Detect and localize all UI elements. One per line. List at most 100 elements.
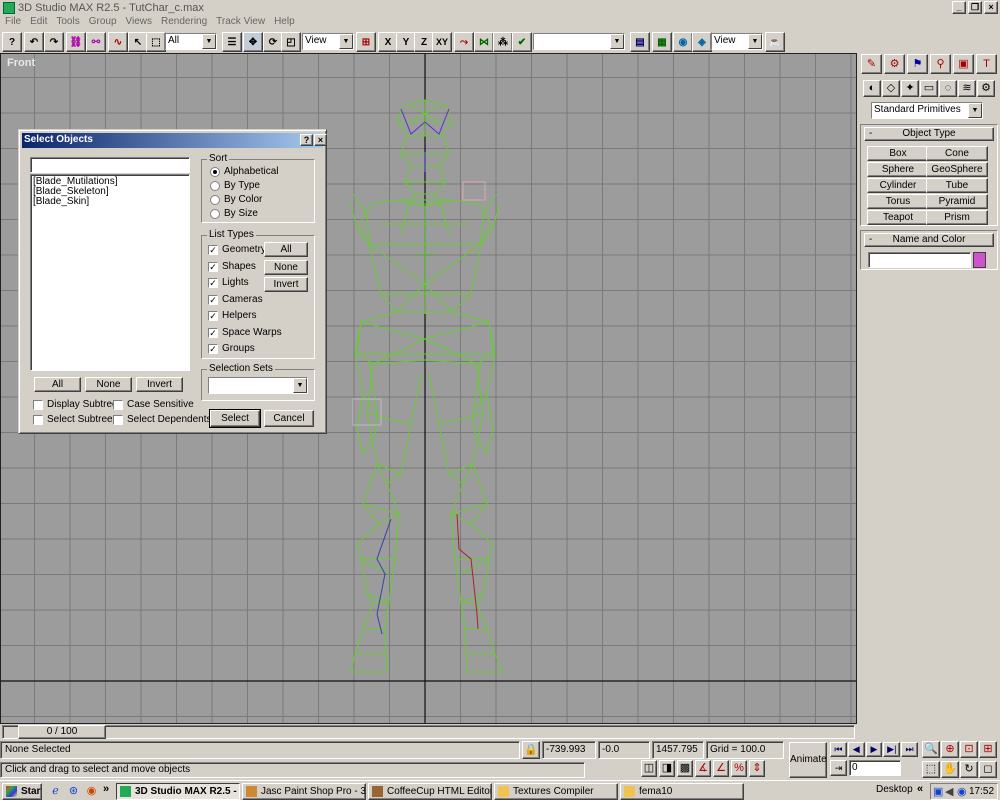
quick-launch-chevron[interactable]: »: [103, 783, 113, 798]
list-item[interactable]: [Blade_Skin]: [31, 197, 189, 207]
schematic-view-icon[interactable]: ▦: [652, 32, 672, 52]
list-types-all-button[interactable]: All: [264, 242, 308, 257]
menu-rendering[interactable]: Rendering: [156, 16, 211, 30]
geometry-checkbox[interactable]: ✓ Geometry: [208, 244, 266, 256]
mirror-icon[interactable]: ⋈: [474, 32, 494, 52]
min-max-toggle-icon[interactable]: ◻: [979, 760, 997, 778]
torus-button[interactable]: Torus: [867, 194, 929, 209]
sphere-button[interactable]: Sphere: [867, 162, 929, 177]
lock-selection-icon[interactable]: 🔒: [522, 741, 540, 759]
list-types-none-button[interactable]: None: [264, 260, 308, 275]
key-mode-icon[interactable]: ⇥: [830, 760, 847, 776]
object-search-input[interactable]: [30, 157, 190, 173]
angle-snap-icon[interactable]: ∠: [713, 760, 729, 777]
render-view-dropdown[interactable]: View ▼: [711, 33, 763, 50]
space-warps-icon[interactable]: ≋: [958, 80, 976, 97]
array-icon[interactable]: ⁂: [493, 32, 513, 52]
viewport-label[interactable]: Front: [7, 57, 35, 69]
menu-help[interactable]: Help: [269, 16, 299, 30]
select-none-button[interactable]: None: [85, 377, 132, 392]
pivot-center-icon[interactable]: ⊞: [356, 32, 376, 52]
menu-views[interactable]: Views: [121, 16, 157, 30]
prism-button[interactable]: Prism: [926, 210, 988, 225]
percent-snap-icon[interactable]: %: [731, 760, 747, 777]
object-name-input[interactable]: [868, 252, 971, 268]
z-coordinate-field[interactable]: 1457.795: [652, 741, 704, 759]
start-button[interactable]: Start: [2, 783, 42, 800]
menu-file[interactable]: File: [0, 16, 25, 30]
cube-icon[interactable]: ▩: [677, 760, 693, 777]
axis-z-button[interactable]: Z: [414, 32, 434, 52]
restore-button[interactable]: ❐: [968, 1, 982, 14]
align-icon[interactable]: ✔: [512, 32, 532, 52]
hierarchy-tab-icon[interactable]: ⚑: [907, 54, 928, 74]
motion-tab-icon[interactable]: ⚲: [930, 54, 951, 74]
close-window-button[interactable]: ×: [984, 1, 998, 14]
next-frame-icon[interactable]: ▶|: [883, 742, 901, 757]
zoom-extents-all-icon[interactable]: ⊞: [979, 741, 997, 758]
scale-icon[interactable]: ◰: [281, 32, 301, 52]
list-types-invert-button[interactable]: Invert: [264, 277, 308, 292]
modify-tab-icon[interactable]: ⚙: [884, 54, 905, 74]
axis-xy-button[interactable]: XY: [432, 32, 452, 52]
zoom-icon[interactable]: 🔍: [922, 741, 940, 758]
tray-volume-icon[interactable]: ◀: [945, 785, 953, 798]
geometry-icon[interactable]: ◐: [863, 80, 881, 97]
primitive-category-dropdown[interactable]: Standard Primitives ▼: [871, 102, 983, 119]
menu-edit[interactable]: Edit: [25, 16, 51, 30]
groups-checkbox[interactable]: ✓ Groups: [208, 343, 255, 355]
cone-button[interactable]: Cone: [926, 146, 988, 161]
cameras-checkbox[interactable]: ✓ Cameras: [208, 294, 263, 306]
box-button[interactable]: Box: [867, 146, 929, 161]
selection-filter-dropdown[interactable]: All ▼: [165, 33, 217, 50]
window-crossing-icon[interactable]: ◫: [641, 760, 657, 777]
rotate-icon[interactable]: ⟳: [263, 32, 283, 52]
shapes-icon[interactable]: ◇: [882, 80, 900, 97]
x-coordinate-field[interactable]: -739.993: [542, 741, 596, 759]
network-icon[interactable]: ⊛: [66, 784, 81, 799]
cameras-icon[interactable]: ▭: [920, 80, 938, 97]
spinner-snap-icon[interactable]: ⇕: [749, 760, 765, 777]
material-editor-icon[interactable]: ◉: [673, 32, 693, 52]
cancel-button[interactable]: Cancel: [264, 410, 314, 427]
render-scene-icon[interactable]: ◈: [692, 32, 712, 52]
pan-icon[interactable]: ✋: [941, 760, 959, 778]
snap-toggle-icon[interactable]: ∡: [695, 760, 711, 777]
internet-explorer-icon[interactable]: ℯ: [48, 784, 63, 799]
teapot-button[interactable]: Teapot: [867, 210, 929, 225]
animate-button[interactable]: Animate: [789, 742, 827, 778]
shapes-checkbox[interactable]: ✓ Shapes: [208, 261, 256, 273]
track-view-icon[interactable]: ▤: [630, 32, 650, 52]
task-textures-compiler[interactable]: Textures Compiler: [494, 783, 618, 800]
lights-checkbox[interactable]: ✓ Lights: [208, 277, 249, 289]
tray-network-icon[interactable]: ◉: [957, 785, 967, 798]
quick-render-icon[interactable]: ☕: [765, 32, 785, 52]
region-select-icon[interactable]: ⬚: [146, 32, 166, 52]
object-list[interactable]: [Blade_Mutilations] [Blade_Skeleton] [Bl…: [30, 174, 190, 371]
select-object-icon[interactable]: ↖: [128, 32, 148, 52]
lights-icon[interactable]: ✦: [901, 80, 919, 97]
go-to-end-icon[interactable]: ⏭: [901, 742, 918, 757]
menu-group[interactable]: Group: [84, 16, 121, 30]
cylinder-button[interactable]: Cylinder: [867, 178, 929, 193]
time-slider-track[interactable]: 0 / 100: [0, 724, 857, 740]
select-subtree-checkbox[interactable]: Select Subtree: [33, 414, 113, 426]
dialog-help-button[interactable]: ?: [300, 134, 313, 146]
sort-alphabetical-radio[interactable]: Alphabetical: [210, 166, 278, 178]
time-slider-bar[interactable]: [2, 725, 855, 739]
tube-button[interactable]: Tube: [926, 178, 988, 193]
name-color-header[interactable]: - Name and Color: [864, 233, 994, 247]
minimize-button[interactable]: _: [952, 1, 966, 14]
undo-icon[interactable]: ↶: [24, 32, 44, 52]
select-all-button[interactable]: All: [34, 377, 81, 392]
task-coffeecup[interactable]: CoffeeCup HTML Editor: [368, 783, 492, 800]
display-subtree-checkbox[interactable]: Display Subtree: [33, 399, 118, 411]
helpers-icon[interactable]: ◌: [939, 80, 957, 97]
link-icon[interactable]: ⛓: [66, 32, 86, 52]
sort-by-type-radio[interactable]: By Type: [210, 180, 260, 192]
dialog-title-bar[interactable]: Select Objects ? ×: [22, 133, 327, 148]
tray-monitor-icon[interactable]: ▣: [933, 785, 943, 798]
degradation-icon[interactable]: ◨: [659, 760, 675, 777]
desktop-toolbar-label[interactable]: Desktop: [876, 784, 913, 795]
geosphere-button[interactable]: GeoSphere: [926, 162, 988, 177]
